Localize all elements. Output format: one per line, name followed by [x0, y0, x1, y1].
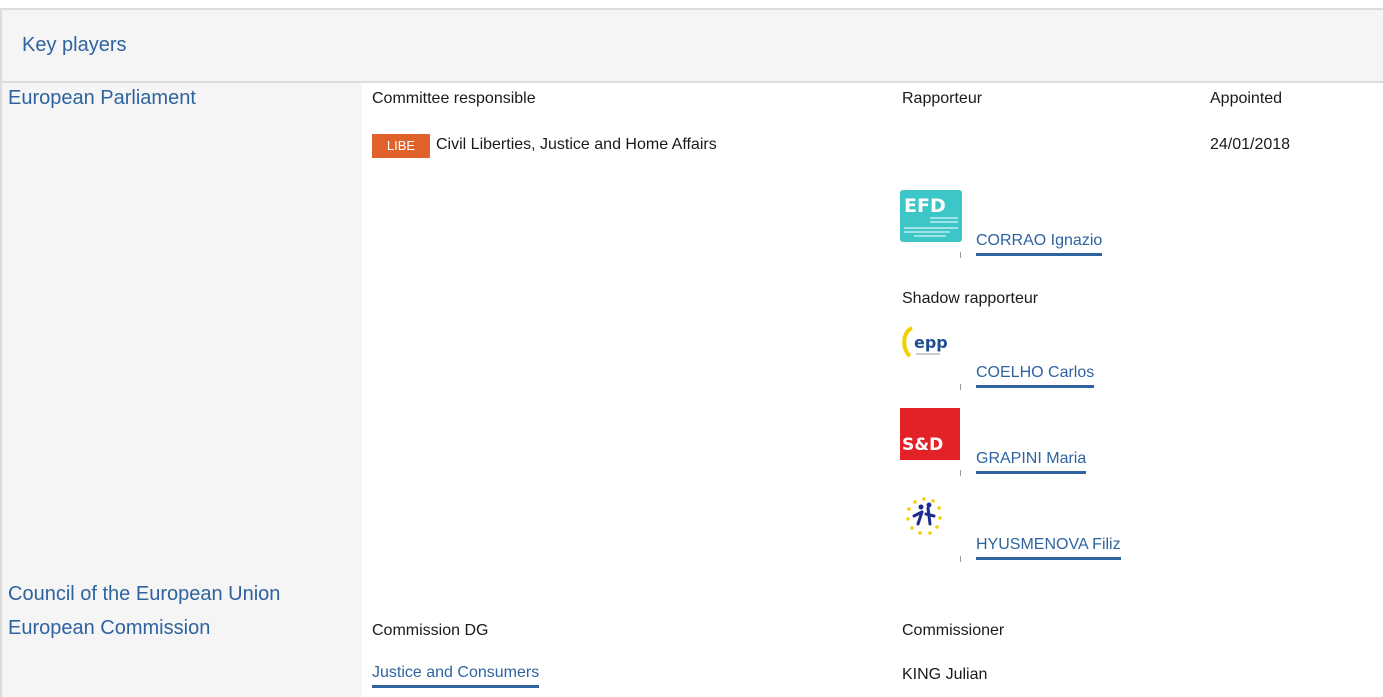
- commission-dg-link[interactable]: Justice and Consumers: [372, 664, 540, 688]
- institution-council[interactable]: Council of the European Union: [8, 583, 280, 606]
- commissioner-name: KING Julian: [902, 666, 988, 683]
- header-commission-dg: Commission DG: [372, 622, 489, 639]
- separator-tick: [960, 556, 961, 562]
- header-appointed: Appointed: [1210, 90, 1283, 107]
- separator-tick: [960, 384, 961, 390]
- header-rapporteur: Rapporteur: [902, 90, 983, 107]
- separator-tick: [960, 252, 961, 258]
- rapporteur-link[interactable]: CORRAO Ignazio: [976, 232, 1103, 256]
- appointed-date: 24/01/2018: [1210, 136, 1291, 153]
- committee-name: Civil Liberties, Justice and Home Affair…: [436, 136, 717, 153]
- shadow-rapporteur-link[interactable]: COELHO Carlos: [976, 364, 1095, 388]
- sd-group-logo: S&D: [900, 408, 960, 460]
- institution-european-parliament[interactable]: European Parliament: [8, 87, 196, 110]
- institution-european-commission[interactable]: European Commission: [8, 617, 210, 640]
- alde-group-logo: [900, 494, 962, 546]
- shadow-rapporteur-link[interactable]: GRAPINI Maria: [976, 450, 1087, 474]
- svg-text:epp: epp: [914, 333, 948, 352]
- separator-tick: [960, 470, 961, 476]
- committee-badge: LIBE: [372, 134, 430, 158]
- shadow-rapporteur-link[interactable]: HYUSMENOVA Filiz: [976, 536, 1121, 560]
- section-title: Key players: [22, 34, 127, 56]
- section-header: Key players: [2, 10, 1383, 83]
- header-committee-responsible: Committee responsible: [372, 90, 536, 107]
- header-commissioner: Commissioner: [902, 622, 1005, 639]
- shadow-rapporteur-label: Shadow rapporteur: [902, 290, 1039, 307]
- svg-text:EFD: EFD: [904, 195, 946, 217]
- epp-group-logo: epp: [900, 322, 962, 374]
- svg-text:S&D: S&D: [902, 435, 943, 455]
- efd-group-logo: EFD: [900, 190, 962, 242]
